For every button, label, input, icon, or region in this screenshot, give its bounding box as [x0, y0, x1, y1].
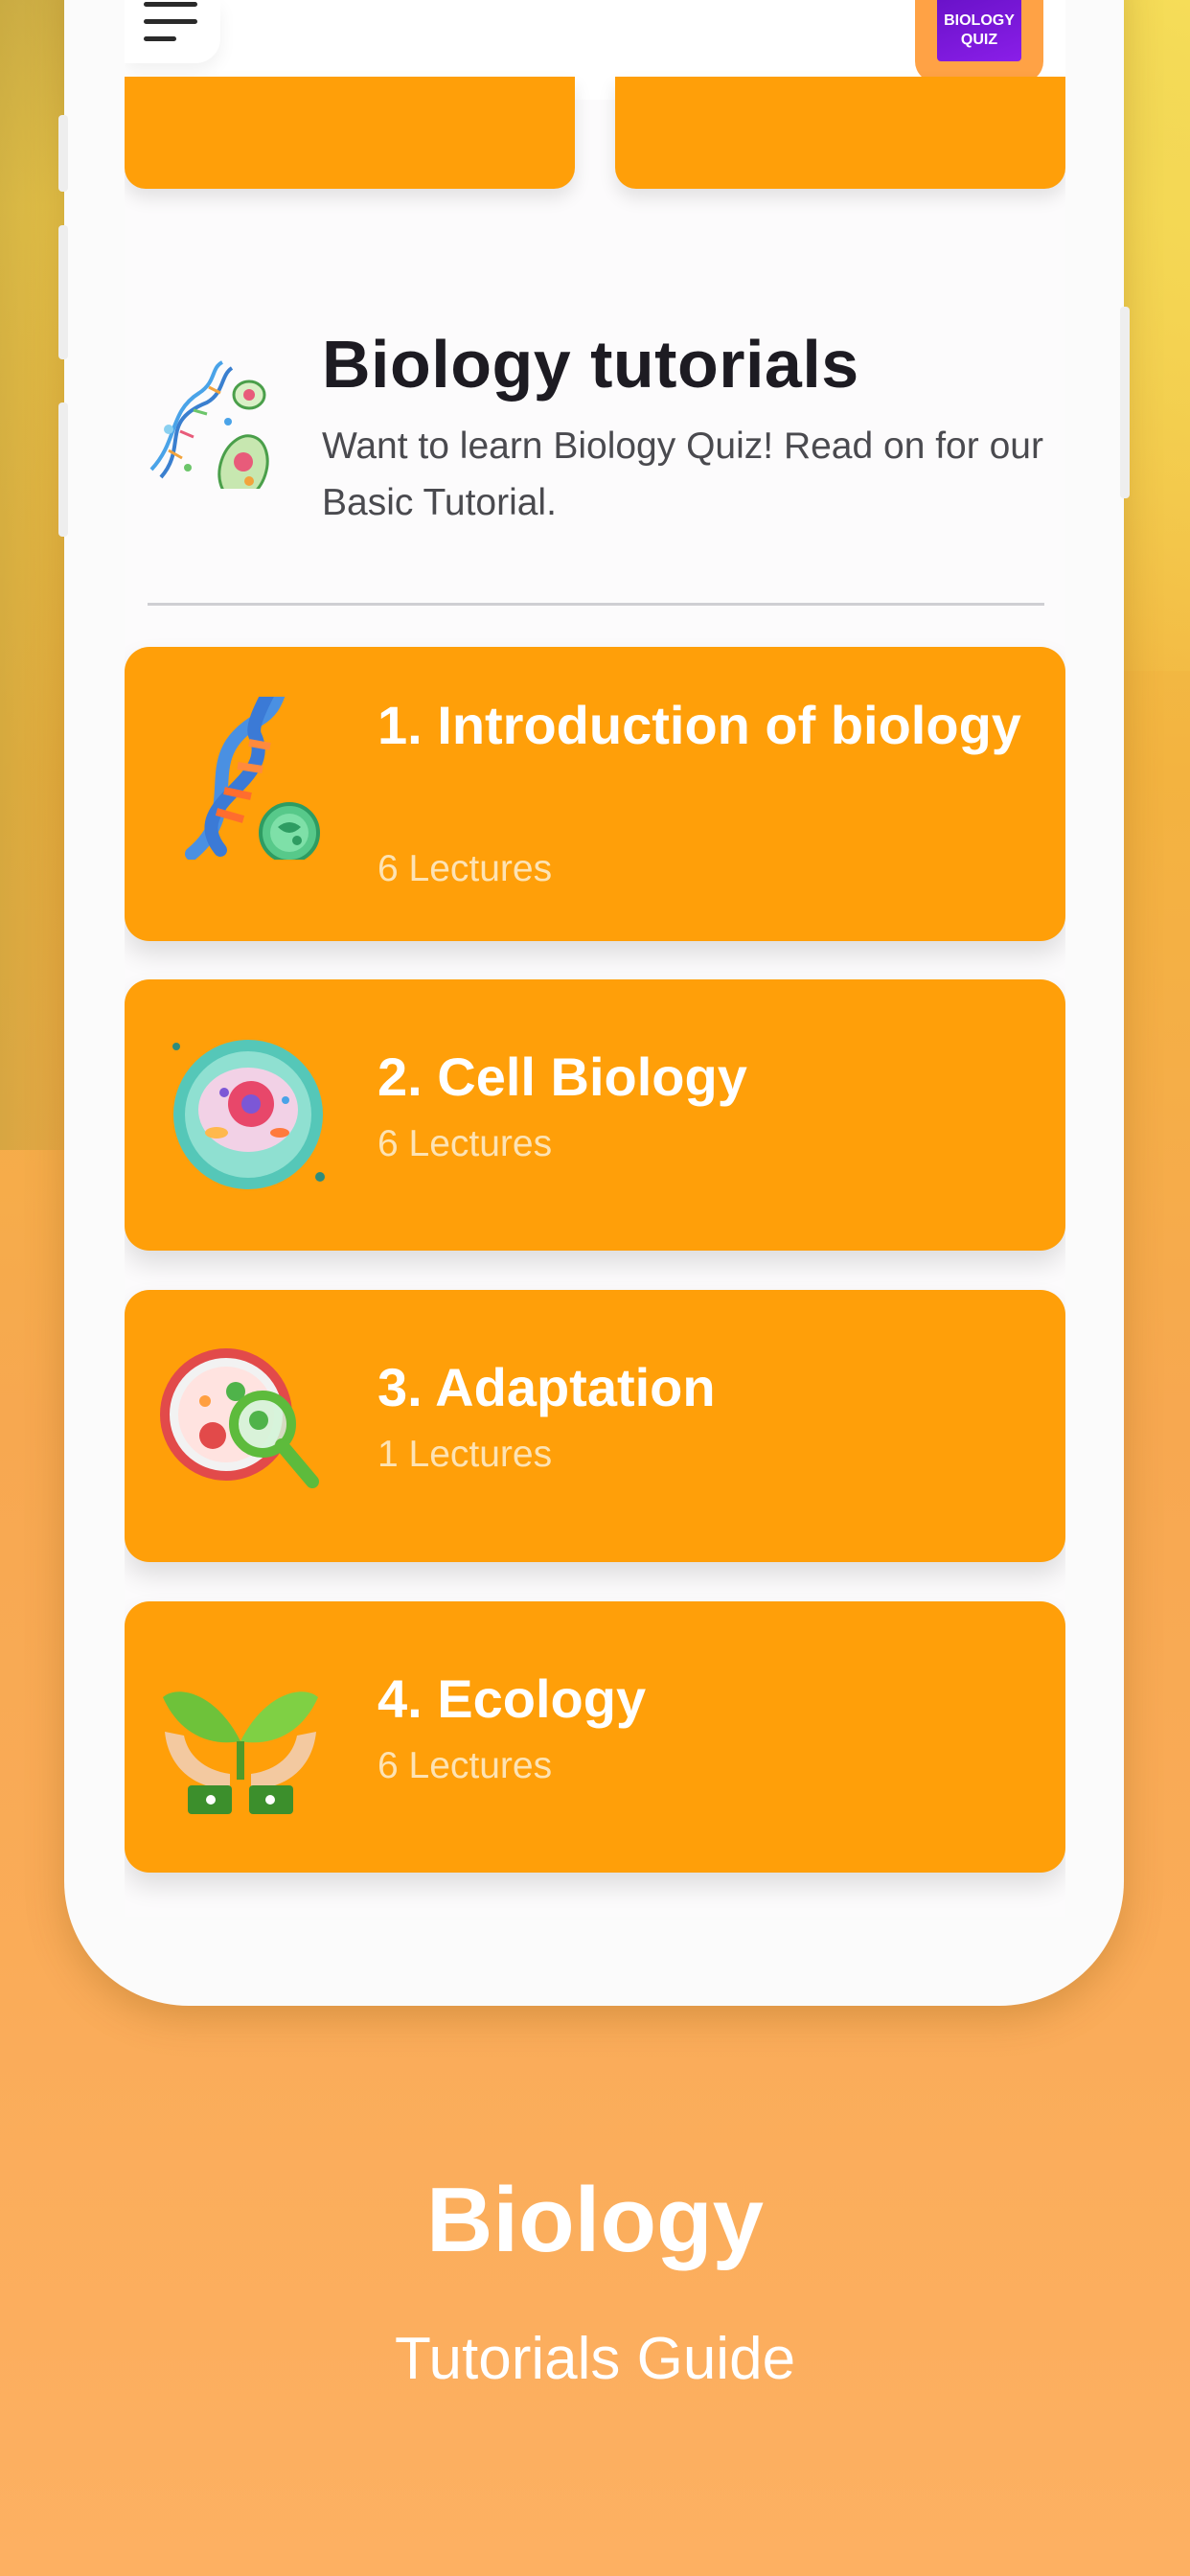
- lesson-count: 6 Lectures: [378, 1123, 553, 1164]
- lesson-title: 4. Ecology: [378, 1668, 647, 1729]
- lesson-card-adaptation[interactable]: 3. Adaptation 1 Lectures: [125, 1290, 1065, 1562]
- menu-icon[interactable]: [125, 0, 220, 63]
- page-subtitle: Want to learn Biology Quiz! Read on for …: [322, 426, 1043, 523]
- lesson-title: 3. Adaptation: [378, 1357, 716, 1417]
- lesson-count: 1 Lectures: [378, 1434, 553, 1475]
- lesson-card-cell-biology[interactable]: 2. Cell Biology 6 Lectures: [125, 979, 1065, 1251]
- dna-helix-icon: [185, 697, 320, 860]
- page-title: Biology tutorials: [322, 327, 859, 402]
- promo-title: Biology: [426, 2169, 764, 2271]
- logo-text-line2: QUIZ: [960, 32, 998, 48]
- phone-side-button: [58, 225, 68, 359]
- hands-sprout-icon: [163, 1691, 318, 1814]
- logo-text-line1: BIOLOGY: [944, 12, 1015, 29]
- phone-side-button: [58, 115, 68, 192]
- featured-card[interactable]: [125, 77, 575, 189]
- logo-image: BIOLOGY QUIZ: [937, 0, 1021, 61]
- lesson-count: 6 Lectures: [378, 1745, 553, 1786]
- phone-side-button: [58, 402, 68, 537]
- lesson-card-introduction[interactable]: 1. Introduction of biology 6 Lectures: [125, 647, 1065, 941]
- lesson-title: 1. Introduction of biology: [378, 695, 1021, 755]
- app-logo[interactable]: BIOLOGY QUIZ: [915, 0, 1043, 82]
- promo-subtitle: Tutorials Guide: [394, 2326, 796, 2392]
- magnifier-petri-icon: [160, 1348, 319, 1488]
- app-screen: BIOLOGY QUIZ Biology tutorials Want to l…: [125, 0, 1065, 1917]
- phone-side-button: [1120, 307, 1130, 498]
- lesson-title: 2. Cell Biology: [378, 1046, 747, 1107]
- featured-card[interactable]: [615, 77, 1065, 189]
- lesson-card-ecology[interactable]: 4. Ecology 6 Lectures: [125, 1601, 1065, 1873]
- divider: [148, 603, 1044, 606]
- lesson-count: 6 Lectures: [378, 848, 553, 889]
- animal-cell-icon: [172, 1040, 325, 1189]
- dna-cells-icon: [149, 360, 269, 489]
